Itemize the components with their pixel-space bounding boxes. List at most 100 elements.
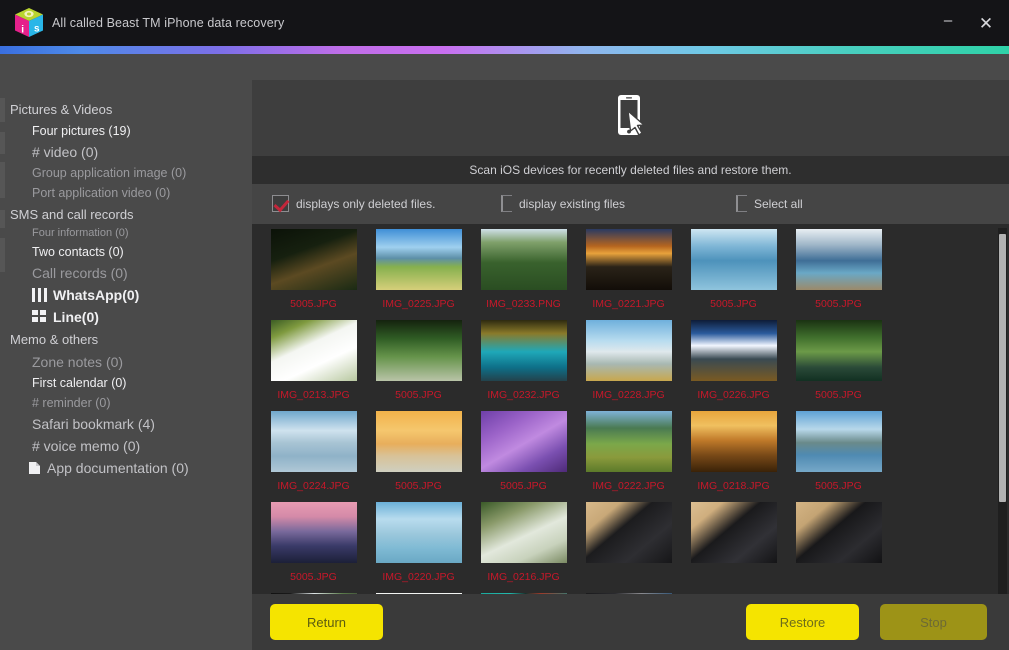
thumbnail-cell[interactable]: 5005.JPG [786,410,891,492]
thumbnail-filename: IMG_0233.PNG [486,298,561,310]
sidebar-item-app-documentation-0[interactable]: App documentation (0) [0,457,248,479]
show-deleted-only-checkbox[interactable]: displays only deleted files. [272,195,435,212]
thumbnail-image[interactable] [795,319,883,382]
thumbnail-image[interactable] [585,228,673,291]
thumbnail-image[interactable] [480,228,568,291]
thumbnail-cell[interactable]: IMG_0225.JPG [366,228,471,310]
sidebar-item-label: WhatsApp(0) [53,287,139,303]
thumbnail-image[interactable] [690,228,778,291]
thumbnail-cell[interactable]: 5005.JPG [471,410,576,492]
thumbnail-image[interactable] [375,501,463,564]
thumbnail-cell[interactable]: IMG_0224.JPG [261,410,366,492]
thumbnail-cell[interactable]: IMG_0216.JPG [471,501,576,583]
restore-button[interactable]: Restore [746,604,859,640]
checkbox-unchecked-icon[interactable] [501,195,512,212]
close-button[interactable]: ✕ [969,8,1003,38]
thumbnail-cell[interactable]: 5005.JPG [261,228,366,310]
sidebar-item-port-application-video-0[interactable]: Port application video (0) [0,183,248,203]
thumbnail-cell[interactable]: IMG_0213.JPG [261,319,366,401]
sidebar-item-label: # video (0) [32,144,98,160]
thumbnail-image[interactable] [270,319,358,382]
thumbnail-cell[interactable]: IMG_0222.JPG [576,410,681,492]
show-existing-checkbox[interactable]: display existing files [501,195,625,212]
sidebar-item-two-contacts-0[interactable]: Two contacts (0) [0,242,248,262]
phone-with-hand-icon [611,94,651,138]
thumbnail-image[interactable] [270,501,358,564]
sidebar-item-label: Call records (0) [32,265,128,281]
sidebar-item-first-calendar-0[interactable]: First calendar (0) [0,373,248,393]
sidebar-item-zone-notes-0[interactable]: Zone notes (0) [0,351,248,373]
thumbnail-image[interactable] [795,228,883,291]
thumbnail-image[interactable] [795,410,883,473]
stop-button: Stop [880,604,987,640]
thumbnail-cell[interactable]: IMG_0218.JPG [681,410,786,492]
sidebar-item-call-records-0[interactable]: Call records (0) [0,262,248,284]
equalizer-icon [32,288,47,302]
thumbnail-image[interactable] [375,319,463,382]
sidebar-item-label: # reminder (0) [32,396,111,410]
thumbnail-cell[interactable]: 5005.JPG [681,228,786,310]
thumbnail-cell[interactable]: IMG_0232.JPG [471,319,576,401]
thumbnail-cell[interactable]: 5005.JPG [786,228,891,310]
sidebar-item-line-0[interactable]: Line(0) [0,306,248,328]
thumbnail-filename: 5005.JPG [395,389,442,401]
grid-scrollbar[interactable] [998,228,1007,600]
thumbnail-image[interactable] [375,410,463,473]
sidebar-item-label: Zone notes (0) [32,354,123,370]
grid-scrollbar-thumb[interactable] [999,234,1006,502]
thumbnail-cell[interactable]: IMG_0220.JPG [366,501,471,583]
thumbnail-image[interactable] [480,501,568,564]
svg-text:i: i [21,25,24,36]
footer-toolbar: Return Restore Stop [252,594,1009,650]
thumbnail-image[interactable] [480,410,568,473]
thumbnail-cell[interactable]: 5005.JPG [366,410,471,492]
sidebar-item-label: Group application image (0) [32,166,186,180]
thumbnail-image[interactable] [690,501,778,564]
sidebar-item-group-application-image-0[interactable]: Group application image (0) [0,163,248,183]
thumbnail-cell[interactable] [576,501,681,583]
sidebar-item-whatsapp-0[interactable]: WhatsApp(0) [0,284,248,306]
thumbnail-cell[interactable]: 5005.JPG [261,501,366,583]
sidebar-item-label: Port application video (0) [32,186,170,200]
thumbnail-image[interactable] [690,410,778,473]
thumbnail-cell[interactable] [681,501,786,583]
thumbnail-image[interactable] [795,501,883,564]
title-bar: i s All called Beast TM iPhone data reco… [0,0,1009,46]
thumbnail-image[interactable] [270,410,358,473]
sidebar-item-safari-bookmark-4[interactable]: Safari bookmark (4) [0,413,248,435]
sidebar-item-reminder-0[interactable]: # reminder (0) [0,393,248,413]
thumbnail-cell[interactable]: IMG_0233.PNG [471,228,576,310]
sidebar-item-four-pictures-19[interactable]: Four pictures (19) [0,121,248,141]
thumbnail-cell[interactable] [786,501,891,583]
thumbnail-cell[interactable]: IMG_0221.JPG [576,228,681,310]
checkbox-checked-icon[interactable] [272,195,289,212]
thumbnail-cell[interactable]: 5005.JPG [366,319,471,401]
thumbnail-filename: IMG_0220.JPG [382,571,454,583]
checkbox-unchecked-icon[interactable] [736,195,747,212]
accent-gradient-bar [0,46,1009,54]
thumbnail-cell[interactable]: IMG_0228.JPG [576,319,681,401]
thumbnail-image[interactable] [690,319,778,382]
select-all-checkbox[interactable]: Select all [736,195,803,212]
sidebar-item-four-information-0[interactable]: Four information (0) [0,226,248,242]
thumbnail-image[interactable] [585,319,673,382]
thumbnail-image[interactable] [480,319,568,382]
thumbnail-cell[interactable]: 5005.JPG [786,319,891,401]
document-icon [28,461,41,475]
return-button[interactable]: Return [270,604,383,640]
thumbnail-cell[interactable]: IMG_0226.JPG [681,319,786,401]
minimize-button[interactable]: – [931,8,965,38]
thumbnail-image[interactable] [585,501,673,564]
sidebar-group-sms-and-call-records[interactable]: SMS and call records [0,203,248,226]
thumbnail-image[interactable] [585,410,673,473]
sidebar-item-video-0[interactable]: # video (0) [0,141,248,163]
thumbnail-image[interactable] [270,228,358,291]
sidebar-item-voice-memo-0[interactable]: # voice memo (0) [0,435,248,457]
sidebar-group-pictures-videos[interactable]: Pictures & Videos [0,98,248,121]
sidebar-group-memo-others[interactable]: Memo & others [0,328,248,351]
thumbnail-filename: IMG_0213.JPG [277,389,349,401]
sidebar-item-label: First calendar (0) [32,376,126,390]
thumbnail-image[interactable] [375,228,463,291]
thumbnail-grid: 5005.JPGIMG_0225.JPGIMG_0233.PNGIMG_0221… [252,224,993,604]
sidebar-item-label: # voice memo (0) [32,438,140,454]
